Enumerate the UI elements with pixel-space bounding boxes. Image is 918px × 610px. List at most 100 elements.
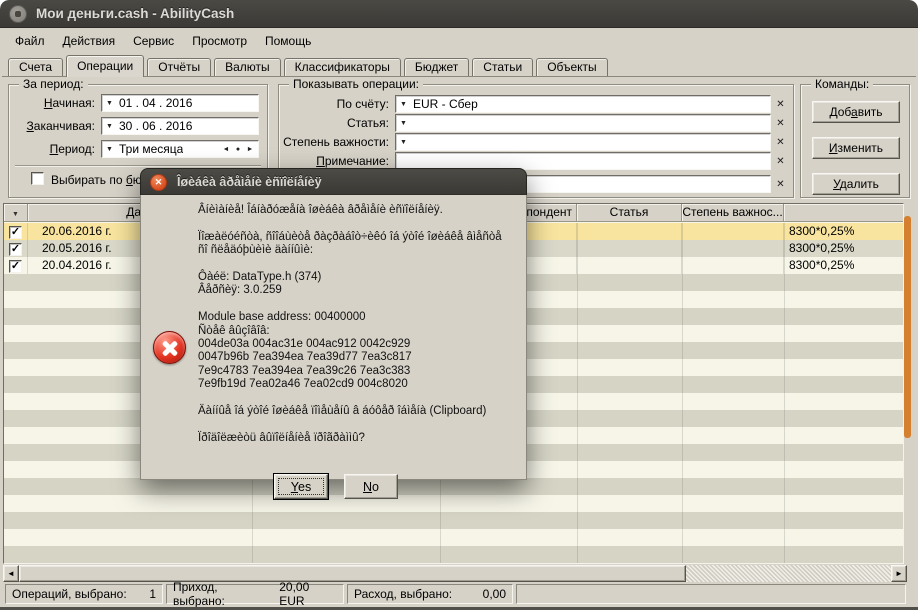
header-category[interactable]: Статья [577, 204, 682, 222]
dialog-line: Ïðîäîëæèòü âûïîëíåíèå ïðîãðàììû? [198, 432, 520, 445]
commands-groupbox: Команды: Добавить Изменить Удалить [800, 84, 910, 198]
menu-item-view[interactable]: Просмотр [183, 31, 256, 51]
account-label: По счёту: [279, 97, 389, 111]
header-extra[interactable] [784, 204, 904, 222]
table-column-separator [577, 223, 578, 563]
menu-item-help[interactable]: Помощь [256, 31, 320, 51]
tab-accounts[interactable]: Счета [8, 58, 63, 77]
yes-button[interactable]: Yes [274, 474, 328, 499]
end-date-value: 30 . 06 . 2016 [117, 119, 192, 133]
tab-articles[interactable]: Статьи [472, 58, 533, 77]
category-clear-icon[interactable]: ✕ [773, 114, 788, 132]
status-income-value: 20,00 EUR [271, 580, 337, 608]
status-income-label: Приход, выбрано: [173, 580, 271, 608]
dialog-line [198, 391, 520, 404]
account-clear-icon[interactable]: ✕ [773, 95, 788, 113]
status-expense-value: 0,00 [475, 587, 506, 601]
scroll-right-button[interactable]: ► [891, 565, 907, 582]
dialog-line: Âíèìàíèå! Îáíàðóæåíà îøèáêà âðåìåíè èñïî… [198, 204, 520, 217]
error-dialog-titlebar[interactable]: ✕ Îøèáêà âðåìåíè èñïîëíåíèÿ [140, 168, 527, 195]
start-date-dropdown-icon[interactable]: ▼ [102, 100, 117, 107]
dialog-line: Ñòåê âûçîâîâ: [198, 325, 520, 338]
category-field[interactable]: ▼ [395, 114, 771, 132]
dialog-line: Äàííûå îá ýòîé îøèáêå ïîìåùåíû â áóôåð î… [198, 405, 520, 418]
window-titlebar[interactable]: Мои деньги.cash - AbilityCash [0, 0, 918, 28]
filter-dropdown-icon: ▼ [12, 211, 19, 218]
tab-currencies[interactable]: Валюты [214, 58, 281, 77]
account-field[interactable]: ▼ EUR - Сбер [395, 95, 771, 113]
scroll-left-button[interactable]: ◄ [3, 565, 19, 582]
edit-button[interactable]: Изменить [812, 137, 900, 159]
dialog-line: ñî ñëåäóþùèìè äàííûìè: [198, 244, 520, 257]
horizontal-scrollbar-thumb[interactable] [19, 565, 686, 582]
table-empty-stripe [4, 546, 903, 563]
row-checkbox[interactable]: ✓ [9, 260, 22, 273]
dialog-line: 004de03a 004ac31e 004ac912 0042c929 [198, 338, 520, 351]
end-date-label: Заканчивая: [9, 119, 95, 133]
table-empty-stripe [4, 478, 903, 495]
add-button[interactable]: Добавить [812, 101, 900, 123]
status-operations-label: Операций, выбрано: [12, 587, 127, 601]
window-title: Мои деньги.cash - AbilityCash [36, 6, 234, 21]
row-value: 8300*0,25% [784, 257, 904, 274]
tab-classifiers[interactable]: Классификаторы [284, 58, 401, 77]
row-checkbox[interactable]: ✓ [9, 243, 22, 256]
dialog-line [198, 418, 520, 431]
menu-item-actions[interactable]: Действия [54, 31, 125, 51]
status-expense-label: Расход, выбрано: [354, 587, 452, 601]
horizontal-scrollbar[interactable]: ◄ ► [3, 565, 907, 582]
status-expense: Расход, выбрано: 0,00 [347, 584, 513, 604]
tab-reports[interactable]: Отчёты [147, 58, 211, 77]
dialog-line: Âåðñèÿ: 3.0.259 [198, 284, 520, 297]
dialog-line: Ôàéë: DataType.h (374) [198, 271, 520, 284]
account-value: EUR - Сбер [411, 97, 478, 111]
tab-operations[interactable]: Операции [66, 55, 144, 77]
extra-filter-clear-icon[interactable]: ✕ [773, 175, 788, 193]
dialog-close-icon[interactable]: ✕ [150, 174, 167, 191]
row-checkbox[interactable]: ✓ [9, 226, 22, 239]
importance-clear-icon[interactable]: ✕ [773, 133, 788, 151]
end-date-dropdown-icon[interactable]: ▼ [102, 123, 117, 130]
importance-dropdown-icon[interactable]: ▼ [396, 139, 411, 146]
tab-budget[interactable]: Бюджет [404, 58, 469, 77]
status-bar: Операций, выбрано: 1 Приход, выбрано: 20… [0, 582, 918, 606]
importance-field[interactable]: ▼ [395, 133, 771, 151]
no-button[interactable]: No [344, 474, 398, 499]
header-importance[interactable]: Степень важнос... [682, 204, 784, 222]
tab-objects[interactable]: Объекты [536, 58, 608, 77]
commands-groupbox-title: Команды: [811, 77, 873, 91]
period-prev-icon[interactable]: ◄ [220, 146, 232, 153]
menu-item-file[interactable]: Файл [6, 31, 54, 51]
note-clear-icon[interactable]: ✕ [773, 152, 788, 170]
start-date-value: 01 . 04 . 2016 [117, 96, 192, 110]
vertical-scrollbar-thumb[interactable] [904, 216, 911, 438]
status-operations-value: 1 [141, 587, 156, 601]
row-value: 8300*0,25% [784, 240, 904, 257]
note-label: Примечание: [279, 154, 389, 168]
budget-checkbox[interactable] [31, 172, 44, 185]
period-current-icon[interactable]: ● [232, 146, 244, 153]
period-field[interactable]: ▼ Три месяца ◄ ● ► [101, 140, 259, 158]
header-check-filter[interactable]: ▼ [4, 204, 28, 222]
window-menu-button[interactable] [9, 5, 27, 23]
end-date-field[interactable]: ▼ 30 . 06 . 2016 [101, 117, 259, 135]
category-label: Статья: [279, 116, 389, 130]
error-icon [153, 331, 186, 364]
error-dialog-title: Îøèáêà âðåìåíè èñïîëíåíèÿ [177, 175, 322, 189]
category-dropdown-icon[interactable]: ▼ [396, 120, 411, 127]
start-date-field[interactable]: ▼ 01 . 04 . 2016 [101, 94, 259, 112]
period-next-icon[interactable]: ► [244, 146, 256, 153]
table-empty-stripe [4, 529, 903, 546]
account-dropdown-icon[interactable]: ▼ [396, 101, 411, 108]
table-empty-stripe [4, 512, 903, 529]
period-dropdown-icon[interactable]: ▼ [102, 146, 117, 153]
period-label: Период: [9, 142, 95, 156]
dialog-line [198, 258, 520, 271]
dialog-line: 0047b96b 7ea394ea 7ea39d77 7ea3c817 [198, 351, 520, 364]
row-value: 8300*0,25% [784, 223, 904, 240]
window-icon [15, 11, 21, 17]
status-income: Приход, выбрано: 20,00 EUR [166, 584, 344, 604]
status-operations: Операций, выбрано: 1 [5, 584, 163, 604]
menu-item-service[interactable]: Сервис [124, 31, 183, 51]
delete-button[interactable]: Удалить [812, 173, 900, 195]
